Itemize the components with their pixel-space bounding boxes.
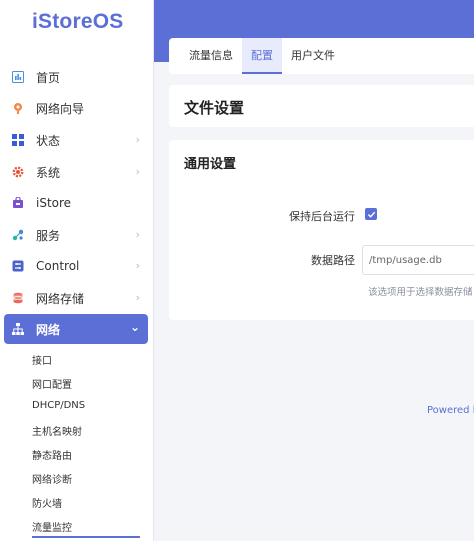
sidebar: iStoreOS 首页 网络向导 状态 › 系统 › iStore 服务 › C… (0, 0, 154, 541)
chevron-right-icon: › (135, 133, 140, 146)
brand-logo[interactable]: iStoreOS (32, 10, 123, 34)
data-path-input[interactable] (362, 245, 474, 275)
sidebar-subitem-port-config[interactable]: 网口配置 (32, 376, 72, 391)
page-title-card: 文件设置 (169, 85, 474, 127)
sidebar-item-label: 网络 (36, 322, 61, 337)
sidebar-subitem-firewall[interactable]: 防火墙 (32, 495, 62, 510)
wizard-icon (12, 102, 24, 114)
sidebar-subitem-interfaces[interactable]: 接口 (32, 352, 52, 367)
sidebar-subitem-dhcp-dns[interactable]: DHCP/DNS (32, 400, 85, 411)
active-indicator (32, 536, 140, 538)
control-icon (12, 260, 24, 272)
tab-traffic-info[interactable]: 流量信息 (181, 38, 241, 74)
sidebar-item-status[interactable]: 状态 › (4, 125, 148, 155)
sidebar-item-label: 状态 (36, 133, 61, 148)
sidebar-item-label: Control (36, 259, 80, 273)
chevron-right-icon: › (135, 259, 140, 272)
sidebar-item-istore[interactable]: iStore (4, 188, 148, 218)
sidebar-item-system[interactable]: 系统 › (4, 157, 148, 187)
keep-running-label: 保持后台运行 (289, 210, 355, 223)
page-title: 文件设置 (184, 99, 245, 117)
sidebar-item-storage[interactable]: 网络存储 › (4, 283, 148, 313)
chevron-right-icon: › (135, 165, 140, 178)
tab-bar: 流量信息 配置 用户文件 (169, 38, 474, 74)
services-icon (12, 229, 24, 241)
gear-icon (12, 166, 24, 178)
keep-running-checkbox[interactable] (365, 208, 377, 220)
store-icon (12, 197, 24, 209)
sidebar-subitem-traffic-monitor[interactable]: 流量监控 (32, 519, 72, 534)
settings-card: 通用设置 保持后台运行 数据路径 该选项用于选择数据存储 (169, 140, 474, 320)
sidebar-item-network[interactable]: 网络 ⌄ (4, 314, 148, 344)
sidebar-item-label: iStore (36, 196, 72, 210)
storage-icon (12, 292, 24, 304)
sidebar-item-services[interactable]: 服务 › (4, 220, 148, 250)
sidebar-subitem-hostnames[interactable]: 主机名映射 (32, 423, 82, 438)
status-grid-icon (12, 134, 24, 146)
powered-by-link[interactable]: Powered b (427, 405, 474, 416)
sidebar-item-label: 网络向导 (36, 101, 85, 116)
sidebar-item-label: 网络存储 (36, 291, 85, 306)
data-path-label: 数据路径 (311, 254, 355, 267)
sidebar-item-control[interactable]: Control › (4, 251, 148, 281)
sidebar-item-label: 首页 (36, 70, 61, 85)
section-title: 通用设置 (184, 157, 237, 172)
sidebar-item-label: 服务 (36, 228, 61, 243)
check-icon (367, 211, 375, 218)
sidebar-subitem-static-routes[interactable]: 静态路由 (32, 447, 72, 462)
sidebar-item-home[interactable]: 首页 (4, 62, 148, 92)
tab-user-files[interactable]: 用户文件 (283, 38, 343, 74)
chevron-right-icon: › (135, 228, 140, 241)
network-icon (12, 323, 24, 335)
tab-config[interactable]: 配置 (242, 38, 282, 74)
sidebar-subitem-diagnostics[interactable]: 网络诊断 (32, 471, 72, 486)
sidebar-item-label: 系统 (36, 165, 61, 180)
chevron-down-icon: ⌄ (129, 320, 140, 334)
data-path-hint: 该选项用于选择数据存储 (368, 287, 473, 298)
sidebar-item-wizard[interactable]: 网络向导 (4, 93, 148, 123)
dashboard-icon (12, 71, 24, 83)
chevron-right-icon: › (135, 291, 140, 304)
